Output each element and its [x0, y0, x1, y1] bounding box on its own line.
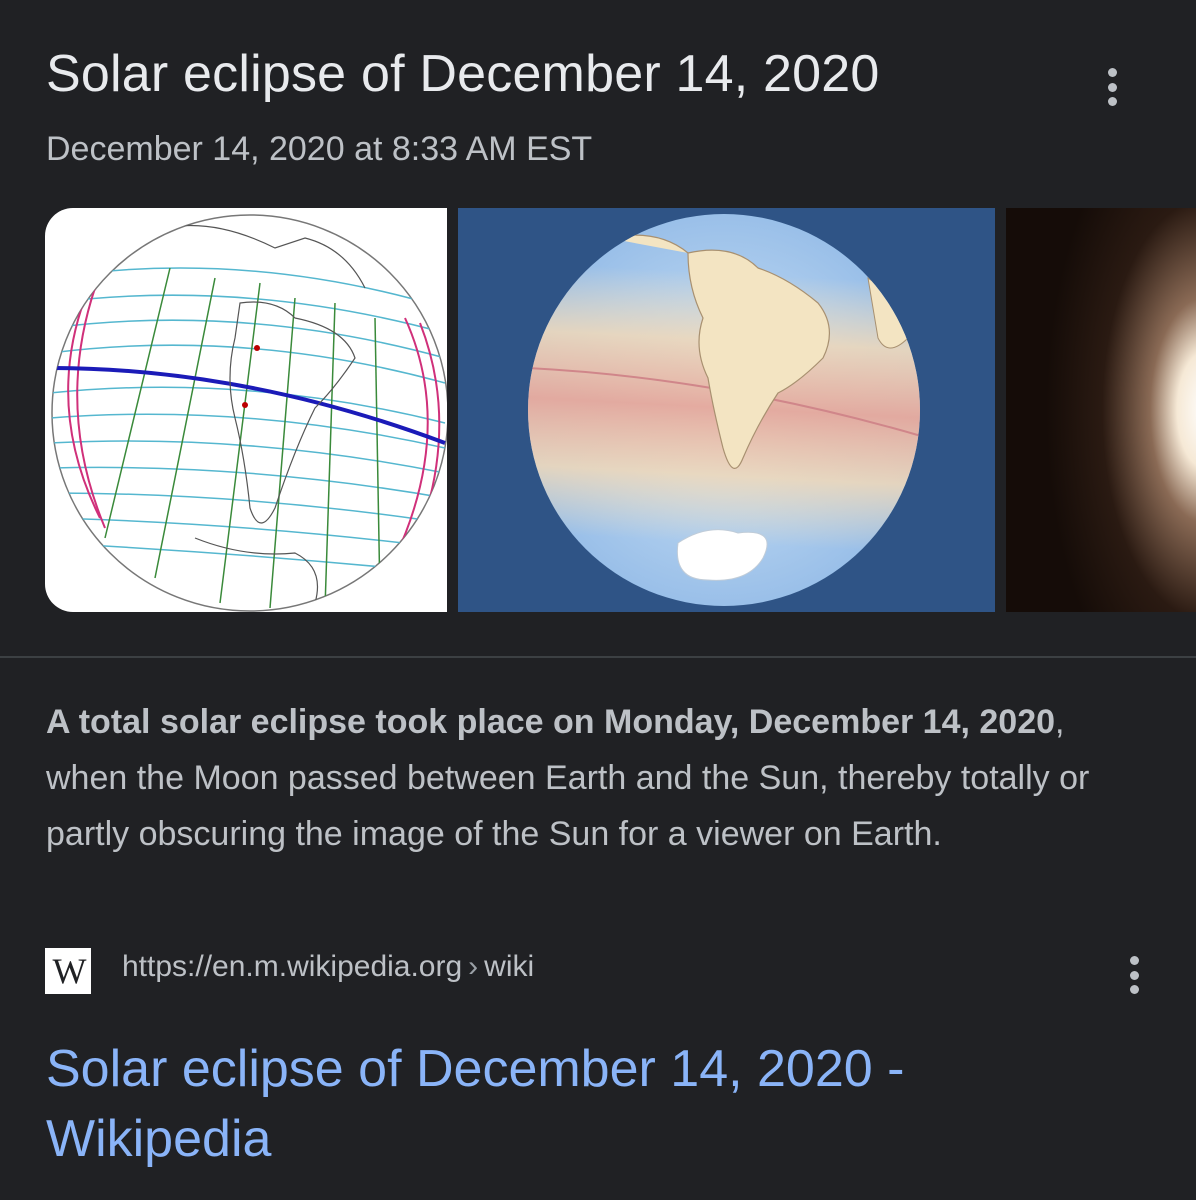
section-divider [0, 656, 1196, 658]
breadcrumb-separator: › [468, 950, 479, 983]
result-domain: https://en.m.wikipedia.org [122, 950, 463, 983]
more-options-icon[interactable] [1102, 68, 1122, 106]
eclipse-photo-image[interactable] [1006, 208, 1196, 612]
snippet-bold-text: A total solar eclipse took place on Mond… [46, 703, 1056, 741]
description-snippet: A total solar eclipse took place on Mond… [46, 694, 1136, 862]
eclipse-path-map-image[interactable] [45, 208, 447, 612]
result-breadcrumb: wiki [484, 950, 535, 983]
wikipedia-favicon-icon[interactable]: W [45, 948, 91, 994]
result-title-link[interactable]: Solar eclipse of December 14, 2020 - Wik… [46, 1034, 1106, 1174]
result-url[interactable]: https://en.m.wikipedia.org › wiki [122, 950, 534, 984]
event-title: Solar eclipse of December 14, 2020 [46, 45, 880, 103]
image-carousel[interactable] [0, 208, 1196, 612]
event-datetime: December 14, 2020 at 8:33 AM EST [46, 130, 593, 168]
eclipse-globe-shading-image[interactable] [458, 208, 995, 612]
result-more-options-icon[interactable] [1124, 956, 1144, 994]
favicon-letter: W [52, 951, 87, 991]
